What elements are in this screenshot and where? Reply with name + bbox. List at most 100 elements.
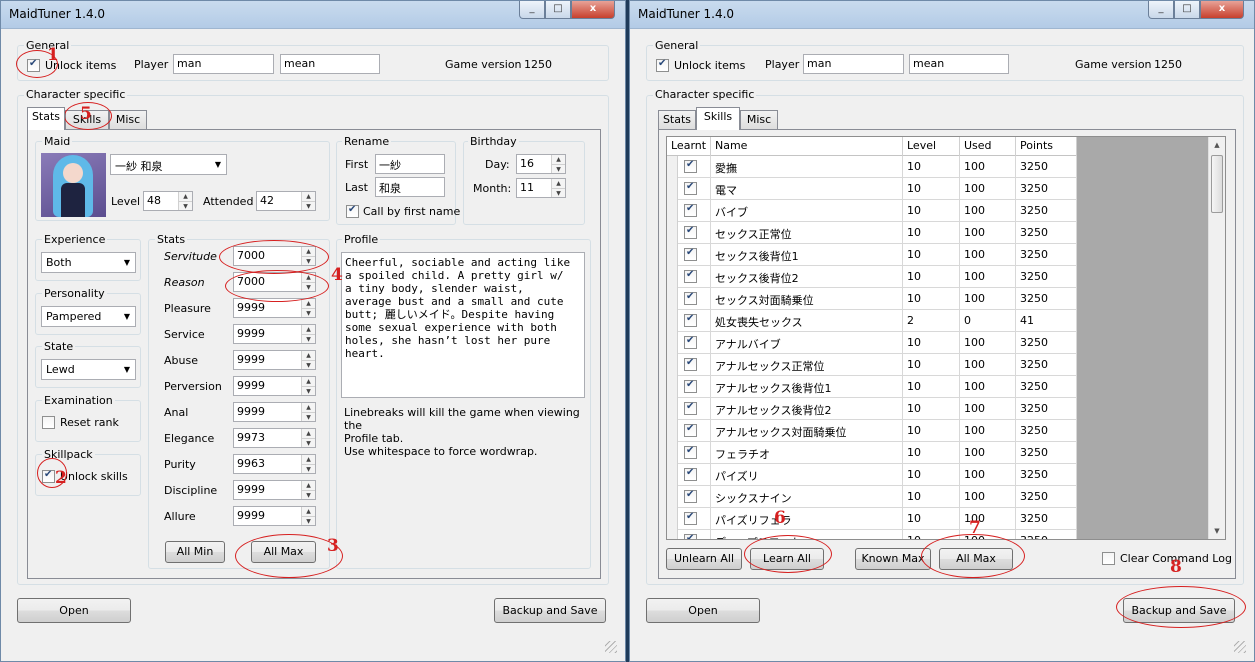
learnt-checkbox[interactable] (684, 181, 697, 195)
unlearn-all-button[interactable]: Unlearn All (666, 548, 742, 570)
learnt-checkbox[interactable] (684, 313, 697, 327)
skill-used-cell[interactable]: 100 (960, 156, 1016, 178)
stat-stepper-purity[interactable]: 9963 ▲ ▼ (233, 454, 316, 474)
table-row[interactable]: セックス正常位101003250 (667, 222, 1077, 244)
skill-level-cell[interactable]: 10 (903, 244, 960, 266)
spinner-icon[interactable]: ▲ ▼ (301, 351, 315, 369)
table-row[interactable]: パイズリフェラ101003250 (667, 508, 1077, 530)
table-row[interactable]: フェラチオ101003250 (667, 442, 1077, 464)
skill-points-cell[interactable]: 3250 (1016, 200, 1077, 222)
row-selector[interactable] (667, 464, 678, 486)
tab-skills[interactable]: Skills (696, 107, 740, 130)
personality-select[interactable]: Pampered ▼ (41, 306, 136, 327)
row-selector[interactable] (667, 508, 678, 530)
month-stepper[interactable]: 11 ▲ ▼ (516, 178, 566, 198)
spinner-icon[interactable]: ▲ ▼ (301, 429, 315, 447)
table-row[interactable]: セックス対面騎乗位101003250 (667, 288, 1077, 310)
learnt-checkbox[interactable] (684, 269, 697, 283)
learnt-cell[interactable] (667, 266, 711, 288)
player-first-input[interactable]: man (173, 54, 274, 74)
skill-used-cell[interactable]: 100 (960, 200, 1016, 222)
player-last-input[interactable]: mean (909, 54, 1009, 74)
row-selector[interactable] (667, 200, 678, 222)
learnt-checkbox[interactable] (684, 511, 697, 525)
table-row[interactable]: アナルセックス正常位101003250 (667, 354, 1077, 376)
row-selector[interactable] (667, 420, 678, 442)
skill-level-cell[interactable]: 10 (903, 266, 960, 288)
learnt-cell[interactable] (667, 508, 711, 530)
skill-points-cell[interactable]: 3250 (1016, 398, 1077, 420)
experience-select[interactable]: Both ▼ (41, 252, 136, 273)
learnt-checkbox[interactable] (684, 379, 697, 393)
skill-points-cell[interactable]: 3250 (1016, 332, 1077, 354)
skill-used-cell[interactable]: 0 (960, 310, 1016, 332)
learnt-checkbox[interactable] (684, 445, 697, 459)
skill-level-cell[interactable]: 10 (903, 156, 960, 178)
skill-level-cell[interactable]: 10 (903, 222, 960, 244)
skill-points-cell[interactable]: 3250 (1016, 222, 1077, 244)
skill-level-cell[interactable]: 10 (903, 464, 960, 486)
close-icon[interactable]: x (1200, 1, 1244, 19)
table-row[interactable]: シックスナイン101003250 (667, 486, 1077, 508)
skill-points-cell[interactable]: 3250 (1016, 508, 1077, 530)
row-selector[interactable] (667, 244, 678, 266)
skill-used-cell[interactable]: 100 (960, 222, 1016, 244)
row-selector[interactable] (667, 222, 678, 244)
tab-stats[interactable]: Stats (27, 107, 65, 130)
first-name-input[interactable]: 一紗 (375, 154, 445, 174)
minimize-icon[interactable]: _ (519, 1, 545, 19)
table-row[interactable]: アナルセックス対面騎乗位101003250 (667, 420, 1077, 442)
tab-stats[interactable]: Stats (658, 110, 696, 130)
learnt-checkbox[interactable] (684, 533, 697, 539)
spinner-icon[interactable]: ▲ ▼ (301, 299, 315, 317)
clear-command-log-checkbox[interactable] (1102, 552, 1115, 565)
learnt-cell[interactable] (667, 222, 711, 244)
header-name[interactable]: Name (711, 137, 903, 156)
resize-grip-icon[interactable] (1234, 641, 1246, 653)
skill-level-cell[interactable]: 10 (903, 508, 960, 530)
skill-level-cell[interactable]: 10 (903, 178, 960, 200)
learnt-checkbox[interactable] (684, 291, 697, 305)
skill-used-cell[interactable]: 100 (960, 376, 1016, 398)
table-row[interactable]: アナルセックス後背位2101003250 (667, 398, 1077, 420)
learnt-cell[interactable] (667, 156, 711, 178)
table-row[interactable]: セックス後背位1101003250 (667, 244, 1077, 266)
learnt-checkbox[interactable] (684, 225, 697, 239)
maximize-icon[interactable]: □ (1174, 1, 1200, 19)
spinner-icon[interactable]: ▲ ▼ (301, 403, 315, 421)
table-row[interactable]: アナルバイブ101003250 (667, 332, 1077, 354)
spinner-icon[interactable]: ▲ ▼ (178, 192, 192, 210)
header-learnt[interactable]: Learnt (667, 137, 711, 156)
backup-and-save-button[interactable]: Backup and Save (494, 598, 606, 623)
skill-used-cell[interactable]: 100 (960, 178, 1016, 200)
skill-level-cell[interactable]: 10 (903, 354, 960, 376)
spinner-icon[interactable]: ▲ ▼ (301, 377, 315, 395)
skill-used-cell[interactable]: 100 (960, 288, 1016, 310)
skill-points-cell[interactable]: 3250 (1016, 178, 1077, 200)
skill-used-cell[interactable]: 100 (960, 442, 1016, 464)
open-button[interactable]: Open (17, 598, 131, 623)
skill-points-cell[interactable]: 3250 (1016, 266, 1077, 288)
learnt-checkbox[interactable] (684, 401, 697, 415)
table-row[interactable]: ディープスロート101003250 (667, 530, 1077, 539)
learnt-cell[interactable] (667, 178, 711, 200)
scroll-down-icon[interactable]: ▼ (1209, 523, 1225, 539)
skill-level-cell[interactable]: 10 (903, 376, 960, 398)
spinner-icon[interactable]: ▲ ▼ (551, 155, 565, 173)
skill-points-cell[interactable]: 3250 (1016, 486, 1077, 508)
known-max-button[interactable]: Known Max (855, 548, 931, 570)
skill-points-cell[interactable]: 3250 (1016, 244, 1077, 266)
tab-misc[interactable]: Misc (740, 110, 778, 130)
level-stepper[interactable]: 48 ▲ ▼ (143, 191, 193, 211)
header-points[interactable]: Points (1016, 137, 1077, 156)
learnt-checkbox[interactable] (684, 335, 697, 349)
row-selector[interactable] (667, 486, 678, 508)
table-row[interactable]: 電マ101003250 (667, 178, 1077, 200)
skill-points-cell[interactable]: 41 (1016, 310, 1077, 332)
spinner-icon[interactable]: ▲ ▼ (551, 179, 565, 197)
row-selector[interactable] (667, 156, 678, 178)
learnt-cell[interactable] (667, 442, 711, 464)
state-select[interactable]: Lewd ▼ (41, 359, 136, 380)
stat-stepper-anal[interactable]: 9999 ▲ ▼ (233, 402, 316, 422)
call-by-first-name-checkbox[interactable] (346, 204, 359, 218)
